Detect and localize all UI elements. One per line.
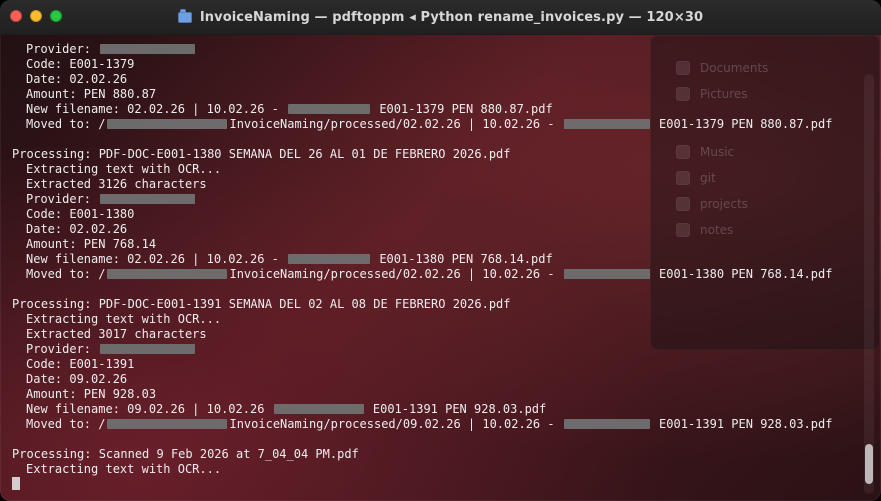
terminal-line-suffix: E001-1380 PEN 768.14.pdf xyxy=(372,252,553,266)
terminal-line: Code: E001-1391 xyxy=(12,357,869,372)
terminal-line-text: Processing: PDF-DOC-E001-1391 SEMANA DEL… xyxy=(12,297,511,311)
terminal-line: Processing: Scanned 9 Feb 2026 at 7_04_0… xyxy=(12,447,869,462)
terminal-line-suffix: InvoiceNaming/processed/02.02.26 | 10.02… xyxy=(229,117,562,131)
redaction-block xyxy=(107,118,228,129)
redaction-block xyxy=(100,193,196,204)
terminal-line-prefix: Provider: xyxy=(26,42,99,56)
terminal-line-text: Processing: PDF-DOC-E001-1380 SEMANA DEL… xyxy=(12,147,511,161)
terminal-line-text: Amount: PEN 768.14 xyxy=(26,237,157,251)
terminal-line: New filename: 09.02.26 | 10.02.26 E001-1… xyxy=(12,402,869,417)
redaction-block xyxy=(288,253,371,264)
terminal-line-text: Date: 02.02.26 xyxy=(26,72,128,86)
redaction-block xyxy=(563,418,650,429)
terminal-line-prefix: Provider: xyxy=(26,342,99,356)
terminal-line-text: Extracting text with OCR... xyxy=(26,462,222,476)
minimize-button[interactable] xyxy=(30,10,42,22)
terminal-line: New filename: 02.02.26 | 10.02.26 - E001… xyxy=(12,102,869,117)
terminal-line-text: Extracting text with OCR... xyxy=(26,312,222,326)
redaction-block xyxy=(563,118,650,129)
terminal-line: Code: E001-1379 xyxy=(12,57,869,72)
scrollbar-thumb[interactable] xyxy=(865,444,873,484)
terminal-line-text: Processing: Scanned 9 Feb 2026 at 7_04_0… xyxy=(12,447,359,461)
redaction-block xyxy=(563,268,650,279)
terminal-line-text: Date: 09.02.26 xyxy=(26,372,128,386)
terminal-line xyxy=(12,477,869,492)
terminal-line-text: Amount: PEN 880.87 xyxy=(26,87,157,101)
terminal-line: Date: 09.02.26 xyxy=(12,372,869,387)
terminal-line-prefix: Moved to: / xyxy=(26,417,106,431)
terminal-line: Moved to: / InvoiceNaming/processed/02.02… xyxy=(12,267,869,282)
terminal-line: Moved to: / InvoiceNaming/processed/02.02… xyxy=(12,117,869,132)
redaction-block xyxy=(288,103,371,114)
terminal-line-suffix: E001-1379 PEN 880.87.pdf xyxy=(372,102,553,116)
terminal-line-prefix: New filename: 02.02.26 | 10.02.26 - xyxy=(26,102,287,116)
redaction-block xyxy=(107,268,228,279)
redaction-block xyxy=(100,343,196,354)
terminal-line: Code: E001-1380 xyxy=(12,207,869,222)
terminal-line-suffix2: E001-1380 PEN 768.14.pdf xyxy=(651,267,833,281)
terminal-line: Extracting text with OCR... xyxy=(12,312,869,327)
window-title: InvoiceNaming — pdftoppm ◂ Python rename… xyxy=(0,8,881,25)
traffic-lights xyxy=(10,10,62,22)
terminal-line: Provider: xyxy=(12,42,869,57)
terminal-line: Extracting text with OCR... xyxy=(12,462,869,477)
terminal-line: Moved to: / InvoiceNaming/processed/09.02… xyxy=(12,417,869,432)
terminal-line-text: Extracted 3126 characters xyxy=(26,177,207,191)
terminal-line-text: Extracting text with OCR... xyxy=(26,162,222,176)
terminal-line: Extracted 3017 characters xyxy=(12,327,869,342)
redaction-block xyxy=(107,418,228,429)
terminal-line-text: Date: 02.02.26 xyxy=(26,222,128,236)
terminal-line: Provider: xyxy=(12,342,869,357)
folder-icon xyxy=(177,8,192,23)
terminal-line-suffix2: E001-1391 PEN 928.03.pdf xyxy=(651,417,833,431)
terminal-line-prefix: New filename: 02.02.26 | 10.02.26 - xyxy=(26,252,287,266)
close-button[interactable] xyxy=(10,10,22,22)
terminal-output[interactable]: Provider: Code: E001-1379 Date: 02.02.26 A… xyxy=(0,34,881,501)
window-title-text: InvoiceNaming — pdftoppm ◂ Python rename… xyxy=(199,9,704,25)
terminal-line: Processing: PDF-DOC-E001-1380 SEMANA DEL… xyxy=(12,147,869,162)
terminal-line-prefix: New filename: 09.02.26 | 10.02.26 xyxy=(26,402,272,416)
terminal-line: Processing: PDF-DOC-E001-1391 SEMANA DEL… xyxy=(12,297,869,312)
terminal-line-text: Code: E001-1391 xyxy=(26,357,135,371)
zoom-button[interactable] xyxy=(50,10,62,22)
terminal-cursor xyxy=(12,477,20,490)
redaction-block xyxy=(273,403,364,414)
terminal-line-suffix: InvoiceNaming/processed/09.02.26 | 10.02… xyxy=(229,417,562,431)
terminal-line: Extracted 3126 characters xyxy=(12,177,869,192)
terminal-line: Date: 02.02.26 xyxy=(12,72,869,87)
terminal-line-prefix: Moved to: / xyxy=(26,117,106,131)
terminal-line-suffix: InvoiceNaming/processed/02.02.26 | 10.02… xyxy=(229,267,562,281)
terminal-line-text: Amount: PEN 928.03 xyxy=(26,387,157,401)
terminal-line-suffix2: E001-1379 PEN 880.87.pdf xyxy=(651,117,833,131)
terminal-line-prefix: Moved to: / xyxy=(26,267,106,281)
redaction-block xyxy=(100,43,196,54)
terminal-line-text: Code: E001-1380 xyxy=(26,207,135,221)
terminal-line: Extracting text with OCR... xyxy=(12,162,869,177)
terminal-line-suffix: E001-1391 PEN 928.03.pdf xyxy=(365,402,547,416)
terminal-line: Provider: xyxy=(12,192,869,207)
vertical-scrollbar[interactable] xyxy=(864,74,874,494)
terminal-window: InvoiceNaming — pdftoppm ◂ Python rename… xyxy=(0,0,881,501)
terminal-line: Amount: PEN 880.87 xyxy=(12,87,869,102)
window-titlebar[interactable]: InvoiceNaming — pdftoppm ◂ Python rename… xyxy=(0,0,881,35)
terminal-line: New filename: 02.02.26 | 10.02.26 - E001… xyxy=(12,252,869,267)
terminal-line-prefix: Provider: xyxy=(26,192,99,206)
terminal-line: Date: 02.02.26 xyxy=(12,222,869,237)
terminal-line-text: Extracted 3017 characters xyxy=(26,327,207,341)
terminal-line-text: Code: E001-1379 xyxy=(26,57,135,71)
terminal-line: Amount: PEN 768.14 xyxy=(12,237,869,252)
terminal-line: Amount: PEN 928.03 xyxy=(12,387,869,402)
